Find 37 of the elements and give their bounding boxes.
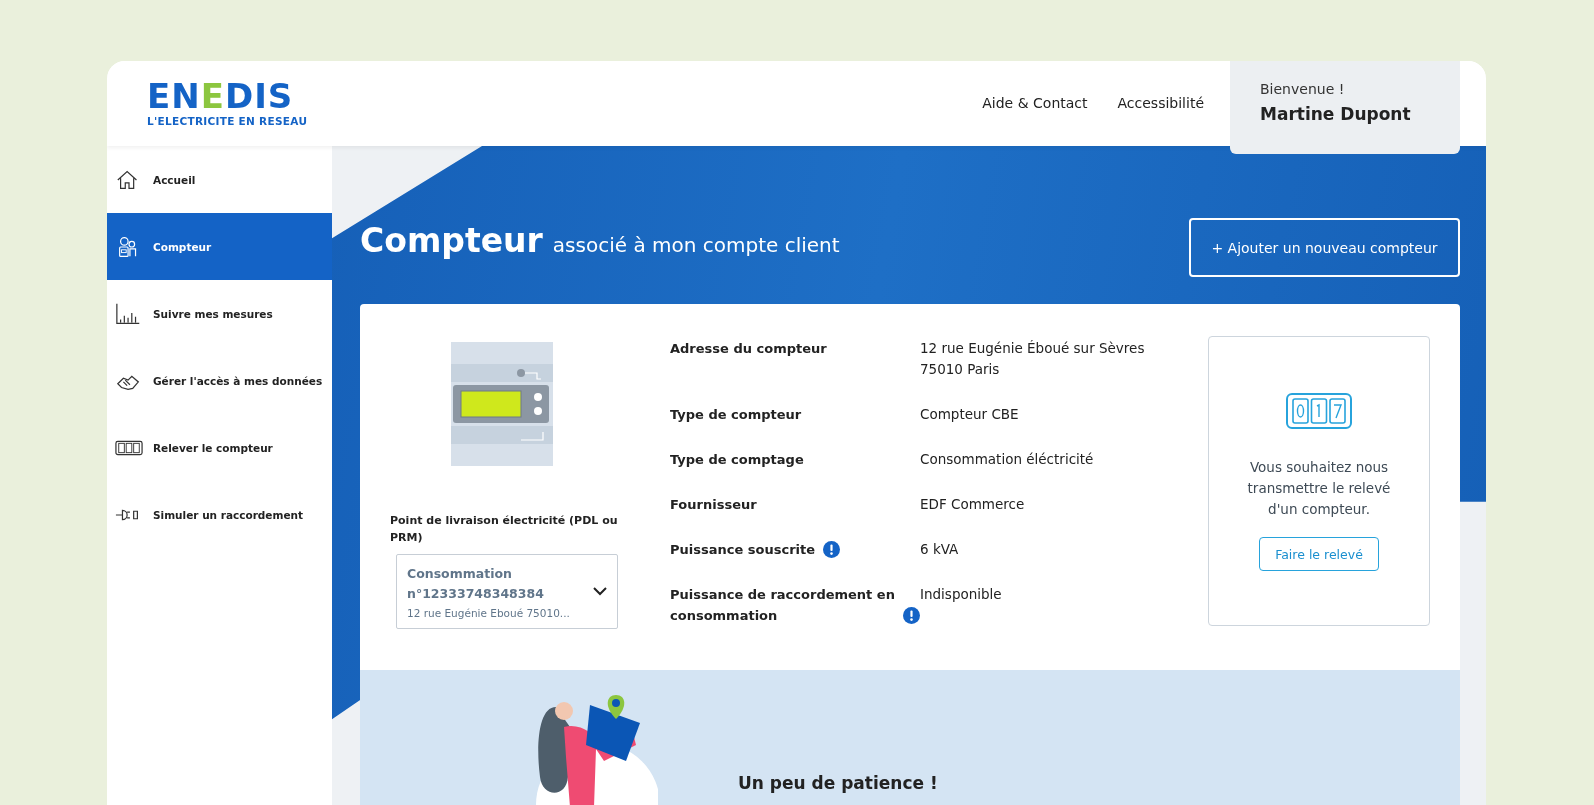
notice-title: Un peu de patience ! [738,773,938,793]
logo-wordmark: ENEDIS [147,79,295,113]
chevron-down-icon [593,587,607,596]
counter-digits-icon [1286,393,1352,429]
sidebar-item[interactable]: Suivre mes mesures [107,280,332,347]
sidebar-item[interactable]: Relever le compteur [107,414,332,481]
page-title: Compteur [360,220,543,260]
detail-label: Adresse du compteur [670,340,827,358]
select-title: Consommation n°12333748348384 [407,565,545,603]
header-link[interactable]: Aide & Contact [982,95,1088,111]
header-link[interactable]: Accessibilité [1117,95,1204,111]
detail-value: Compteur CBE [920,405,1019,424]
reading-prompt: Vous souhaitez nous transmettre le relevé d'un compteur. [1246,458,1392,519]
sidebar-item[interactable]: Gérer l'accès à mes données [107,347,332,414]
take-reading-button[interactable]: Faire le relevé [1259,537,1379,571]
detail-label: Type de comptage [670,451,804,469]
select-address: 12 rue Eugénie Eboué 75010... [407,607,571,619]
detail-value: EDF Commerce [920,495,1025,514]
detail-value: 6 kVA [920,540,959,559]
detail-label: Type de compteur [670,406,802,424]
logo-tagline: L'ELECTRICITE EN RESEAU [147,115,308,127]
page-subtitle: associé à mon compte client [552,232,840,257]
detail-label: Puissance souscrite [670,541,816,559]
detail-value: Indisponible [920,585,1002,604]
add-meter-button[interactable]: + Ajouter un nouveau compteur [1189,218,1460,277]
detail-value: 12 rue Eugénie Éboué sur Sèvres [920,339,1145,358]
sidebar-item[interactable]: Accueil [107,146,332,213]
delivery-point-select[interactable]: Consommation n°12333748348384 12 rue Eugénie Eboué 75010... [396,554,618,629]
sidebar-item[interactable]: Compteur [107,213,332,280]
detail-label: Fournisseur [670,496,757,514]
detail-value: 75010 Paris [920,360,1001,379]
detail-value: Consommation éléctricité [920,450,1094,469]
user-name: Martine Dupont [1260,104,1412,124]
delivery-point-label: Point de livraison électricité (PDL ou PRM) [390,513,619,546]
sidebar-item[interactable]: Simuler un raccordement [107,481,332,548]
detail-label: Puissance de raccordement en consommation [670,586,895,625]
welcome-text: Bienvenue ! [1260,81,1346,97]
